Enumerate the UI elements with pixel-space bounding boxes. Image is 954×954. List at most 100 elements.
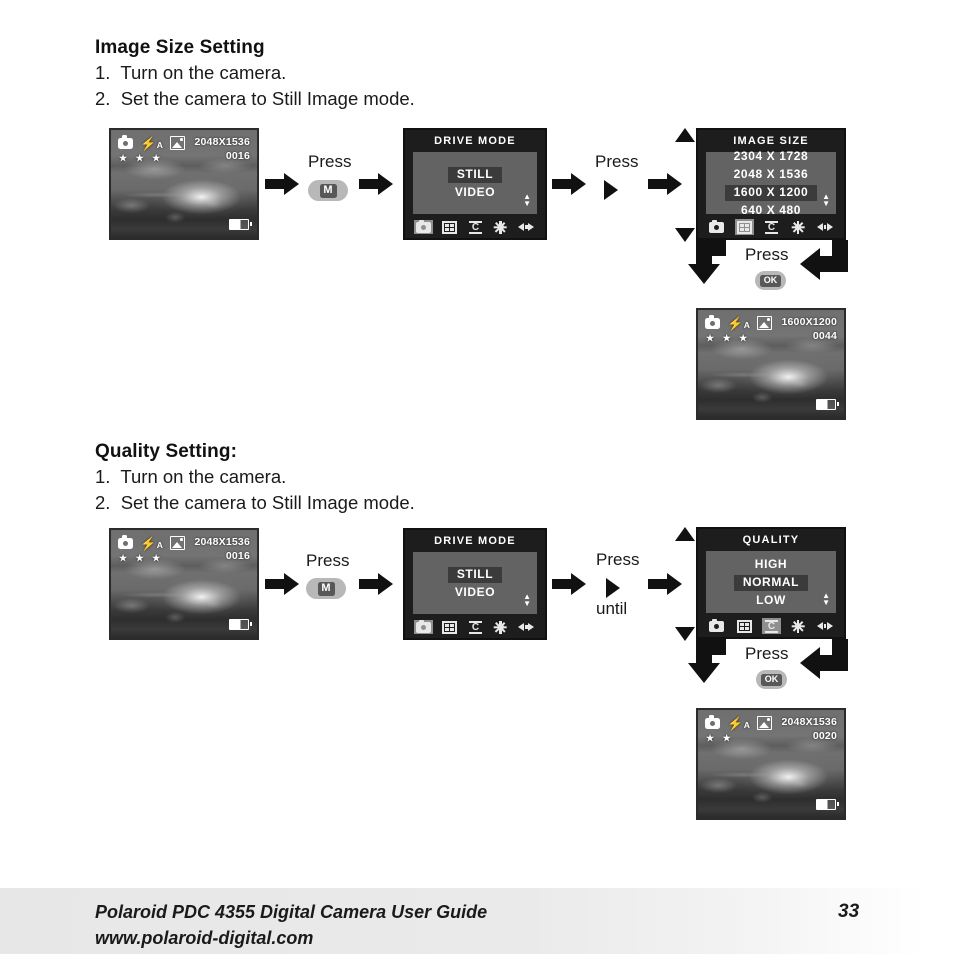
left-right-icon xyxy=(518,222,535,232)
quality-icon: C xyxy=(468,220,483,234)
camera-icon xyxy=(118,535,133,549)
section-1-drive-mode-menu[interactable]: DRIVE MODE STILL VIDEO ▲ ▼ C xyxy=(403,128,547,240)
menu-body: STILL VIDEO ▲ ▼ xyxy=(413,152,537,214)
section-2-quality-menu[interactable]: QUALITY HIGH NORMAL LOW ▲ ▼ C xyxy=(696,527,846,639)
flow-elbow-left-1 xyxy=(800,240,848,286)
osd-resolution: 2048X1536 xyxy=(194,136,250,148)
flow-elbow-left-2 xyxy=(800,639,848,685)
menu-option-normal[interactable]: NORMAL xyxy=(733,575,809,591)
image-size-icon xyxy=(441,220,457,234)
button-cap-label: M xyxy=(317,581,335,596)
menu-tab-brightness[interactable] xyxy=(789,618,806,634)
ok-button-2[interactable]: OK xyxy=(756,670,787,689)
menu-tab-bar[interactable]: C xyxy=(405,616,545,638)
quality-icon: C xyxy=(764,619,779,633)
menu-option-video[interactable]: VIDEO xyxy=(446,185,504,201)
section-1-step-2: 2. Set the camera to Still Image mode. xyxy=(95,88,415,109)
scroll-updown-icon: ▲ ▼ xyxy=(523,592,531,608)
section-1-result-lcd: ⚡ A ★ ★ ★ 1600X1200 0044 xyxy=(696,308,846,420)
section-1-step-1: 1. Turn on the camera. xyxy=(95,62,287,83)
menu-options: HIGH NORMAL LOW xyxy=(706,555,836,609)
quality-stars: ★ ★ ★ xyxy=(706,333,751,343)
section-2-step-2: 2. Set the camera to Still Image mode. xyxy=(95,492,415,513)
menu-tab-quality[interactable]: C xyxy=(762,219,781,235)
left-right-icon xyxy=(518,622,535,632)
section-2-title: Quality Setting: xyxy=(95,441,237,462)
flash-auto-icon: ⚡ A xyxy=(727,715,750,731)
camera-icon xyxy=(705,715,720,729)
menu-tab-quality[interactable]: C xyxy=(761,618,781,634)
brightness-icon xyxy=(494,620,508,634)
ok-button-1[interactable]: OK xyxy=(755,271,786,290)
scene-frame-icon xyxy=(169,536,185,550)
left-right-icon xyxy=(816,621,833,631)
menu-option-2304x1728[interactable]: 2304 X 1728 xyxy=(725,149,818,165)
flow-arrow-2a xyxy=(265,573,299,595)
menu-option-1600x1200[interactable]: 1600 X 1200 xyxy=(724,185,818,201)
section-2-step-1: 1. Turn on the camera. xyxy=(95,466,287,487)
menu-tab-camera[interactable] xyxy=(413,219,433,234)
menu-tab-image-size[interactable] xyxy=(735,618,754,634)
scroll-updown-icon: ▲ ▼ xyxy=(822,591,830,607)
menu-option-2048x1536[interactable]: 2048 X 1536 xyxy=(725,167,818,183)
camera-icon xyxy=(709,219,725,233)
menu-tab-image-size[interactable] xyxy=(440,219,459,235)
menu-tab-camera[interactable] xyxy=(707,219,726,234)
menu-option-still[interactable]: STILL xyxy=(447,567,503,583)
flash-auto-icon: ⚡ A xyxy=(140,535,163,551)
menu-tab-brightness[interactable] xyxy=(492,219,509,235)
quality-stars: ★ ★ ★ xyxy=(119,553,164,563)
menu-tab-image-size[interactable] xyxy=(440,619,459,635)
section-1-start-lcd: ⚡ A ★ ★ ★ 2048X1536 0016 xyxy=(109,128,259,240)
flow-elbow-down-2 xyxy=(682,639,726,683)
flow-arrow-2c xyxy=(552,573,586,595)
osd-icon-group: ⚡ A xyxy=(705,315,772,330)
menu-tab-brightness[interactable] xyxy=(492,619,509,635)
flash-auto-icon: ⚡ A xyxy=(140,135,163,151)
menu-tab-bar[interactable]: C xyxy=(698,615,844,637)
mode-button-m[interactable]: M xyxy=(308,180,348,201)
menu-option-high[interactable]: HIGH xyxy=(746,557,796,573)
camera-icon xyxy=(705,315,720,329)
menu-tab-camera[interactable] xyxy=(413,619,433,634)
menu-option-low[interactable]: LOW xyxy=(747,593,795,609)
camera-icon xyxy=(415,619,431,633)
menu-tab-quality[interactable]: C xyxy=(466,619,485,635)
battery-icon xyxy=(816,399,839,410)
image-size-icon xyxy=(736,220,752,234)
menu-tab-navigate[interactable] xyxy=(815,620,835,632)
osd-shot-counter: 0020 xyxy=(812,730,837,742)
flow-arrow-1b xyxy=(359,173,393,195)
menu-tab-navigate[interactable] xyxy=(815,221,835,233)
osd-icon-group: ⚡ A xyxy=(705,715,772,731)
section-2-drive-mode-menu[interactable]: DRIVE MODE STILL VIDEO ▲ ▼ C xyxy=(403,528,547,640)
button-cap-label: M xyxy=(319,183,337,198)
section-1-title: Image Size Setting xyxy=(95,37,265,58)
press-label-3: Press xyxy=(745,644,789,663)
menu-option-still[interactable]: STILL xyxy=(447,167,503,183)
press-label-2: Press xyxy=(595,152,639,171)
menu-tab-brightness[interactable] xyxy=(789,219,806,235)
menu-tab-navigate[interactable] xyxy=(516,621,536,633)
press-label-2: Press xyxy=(596,550,640,569)
flow-arrow-1c xyxy=(552,173,586,195)
section-2-result-lcd: ⚡ A ★ ★ 2048X1536 0020 xyxy=(696,708,846,820)
menu-tab-navigate[interactable] xyxy=(516,221,536,233)
menu-tab-bar[interactable]: C xyxy=(698,216,844,238)
menu-tab-quality[interactable]: C xyxy=(466,219,485,235)
page-number: 33 xyxy=(838,901,860,922)
menu-tab-image-size[interactable] xyxy=(734,219,754,235)
flow-arrow-2d xyxy=(648,573,682,595)
menu-tab-bar[interactable]: C xyxy=(405,216,545,238)
quality-icon: C xyxy=(468,620,483,634)
mode-button-m[interactable]: M xyxy=(306,578,346,599)
press-sublabel-until: until xyxy=(596,599,628,618)
osd-resolution: 1600X1200 xyxy=(781,316,837,328)
quality-icon: C xyxy=(764,220,779,234)
menu-tab-camera[interactable] xyxy=(707,618,726,633)
section-1-image-size-menu[interactable]: IMAGE SIZE 2304 X 1728 2048 X 1536 1600 … xyxy=(696,128,846,240)
menu-option-video[interactable]: VIDEO xyxy=(446,585,504,601)
scene-frame-icon xyxy=(756,316,772,330)
osd-icon-group: ⚡ A xyxy=(118,535,185,551)
flow-arrow-1a xyxy=(265,173,299,195)
